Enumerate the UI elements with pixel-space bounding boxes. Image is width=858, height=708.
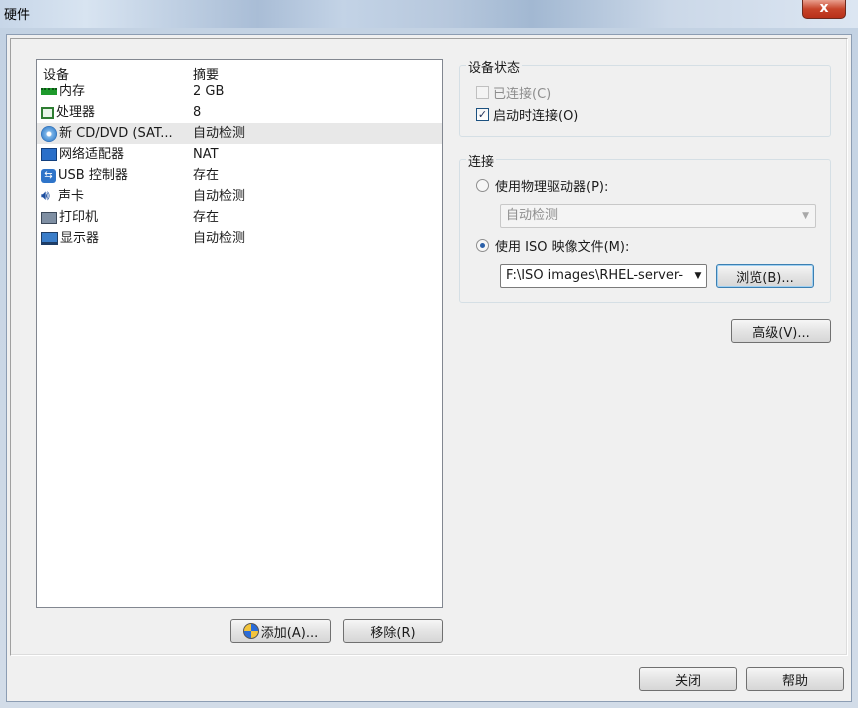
connected-checkbox-box [476, 85, 489, 99]
iso-path-combobox[interactable]: F:\ISO images\RHEL-server-7 ▼ [500, 264, 707, 288]
monitor-icon [41, 232, 58, 245]
printer-icon [41, 211, 57, 224]
title-bar: 硬件 x [0, 0, 858, 28]
memory-icon [41, 88, 57, 95]
network-adapter-icon [41, 148, 57, 161]
physical-drive-select[interactable]: 自动检测 ▼ [500, 204, 816, 228]
usb-icon: ⇆ [41, 168, 56, 183]
sound-card-icon: 🔊︎ [41, 188, 50, 204]
dialog-client: 设备 摘要 内存 2 GB 处理器 8 新 CD/DVD (SAT... 自动检… [6, 34, 852, 702]
chevron-down-icon: ▼ [802, 211, 809, 221]
window-close-button[interactable]: x [802, 0, 846, 19]
device-row-monitor[interactable]: 显示器 自动检测 [37, 228, 442, 249]
list-header: 设备 摘要 [37, 60, 442, 83]
remove-device-button[interactable]: 移除(R) [343, 619, 443, 643]
window-title: 硬件 [4, 8, 31, 23]
cpu-icon [41, 106, 54, 119]
connect-on-start-checkbox[interactable]: ✓ 启动时连接(O) [476, 105, 578, 124]
checkmark-icon: ✓ [476, 107, 489, 121]
chevron-down-icon[interactable]: ▼ [690, 265, 706, 287]
device-row-network[interactable]: 网络适配器 NAT [37, 144, 442, 165]
iso-image-radio[interactable]: 使用 ISO 映像文件(M): [476, 236, 629, 255]
close-button[interactable]: 关闭 [639, 667, 737, 691]
device-row-memory[interactable]: 内存 2 GB [37, 81, 442, 102]
connected-checkbox[interactable]: 已连接(C) [476, 83, 551, 102]
device-status-title: 设备状态 [466, 57, 523, 76]
physical-drive-radio[interactable]: 使用物理驱动器(P): [476, 176, 608, 195]
device-status-group: 设备状态 已连接(C) ✓ 启动时连接(O) [459, 57, 831, 137]
cd-dvd-icon [41, 125, 57, 142]
connection-title: 连接 [466, 151, 497, 170]
window-frame: 设备 摘要 内存 2 GB 处理器 8 新 CD/DVD (SAT... 自动检… [0, 28, 858, 708]
browse-button[interactable]: 浏览(B)... [716, 264, 814, 288]
device-list[interactable]: 设备 摘要 内存 2 GB 处理器 8 新 CD/DVD (SAT... 自动检… [36, 59, 443, 608]
uac-shield-icon [242, 623, 259, 639]
connection-group: 连接 使用物理驱动器(P): 自动检测 ▼ 使用 ISO 映像文件(M): F:… [459, 151, 831, 303]
device-row-cd-dvd[interactable]: 新 CD/DVD (SAT... 自动检测 [37, 123, 442, 144]
hardware-panel: 设备 摘要 内存 2 GB 处理器 8 新 CD/DVD (SAT... 自动检… [10, 38, 848, 656]
radio-unselected-icon [476, 178, 489, 192]
device-row-sound[interactable]: 🔊︎ 声卡 自动检测 [37, 186, 442, 207]
add-device-button[interactable]: 添加(A)... [230, 619, 331, 643]
device-row-printer[interactable]: 打印机 存在 [37, 207, 442, 228]
radio-selected-icon [476, 238, 489, 252]
advanced-button[interactable]: 高级(V)... [731, 319, 831, 343]
help-button[interactable]: 帮助 [746, 667, 844, 691]
device-row-cpu[interactable]: 处理器 8 [37, 102, 442, 123]
device-row-usb[interactable]: ⇆ USB 控制器 存在 [37, 165, 442, 186]
